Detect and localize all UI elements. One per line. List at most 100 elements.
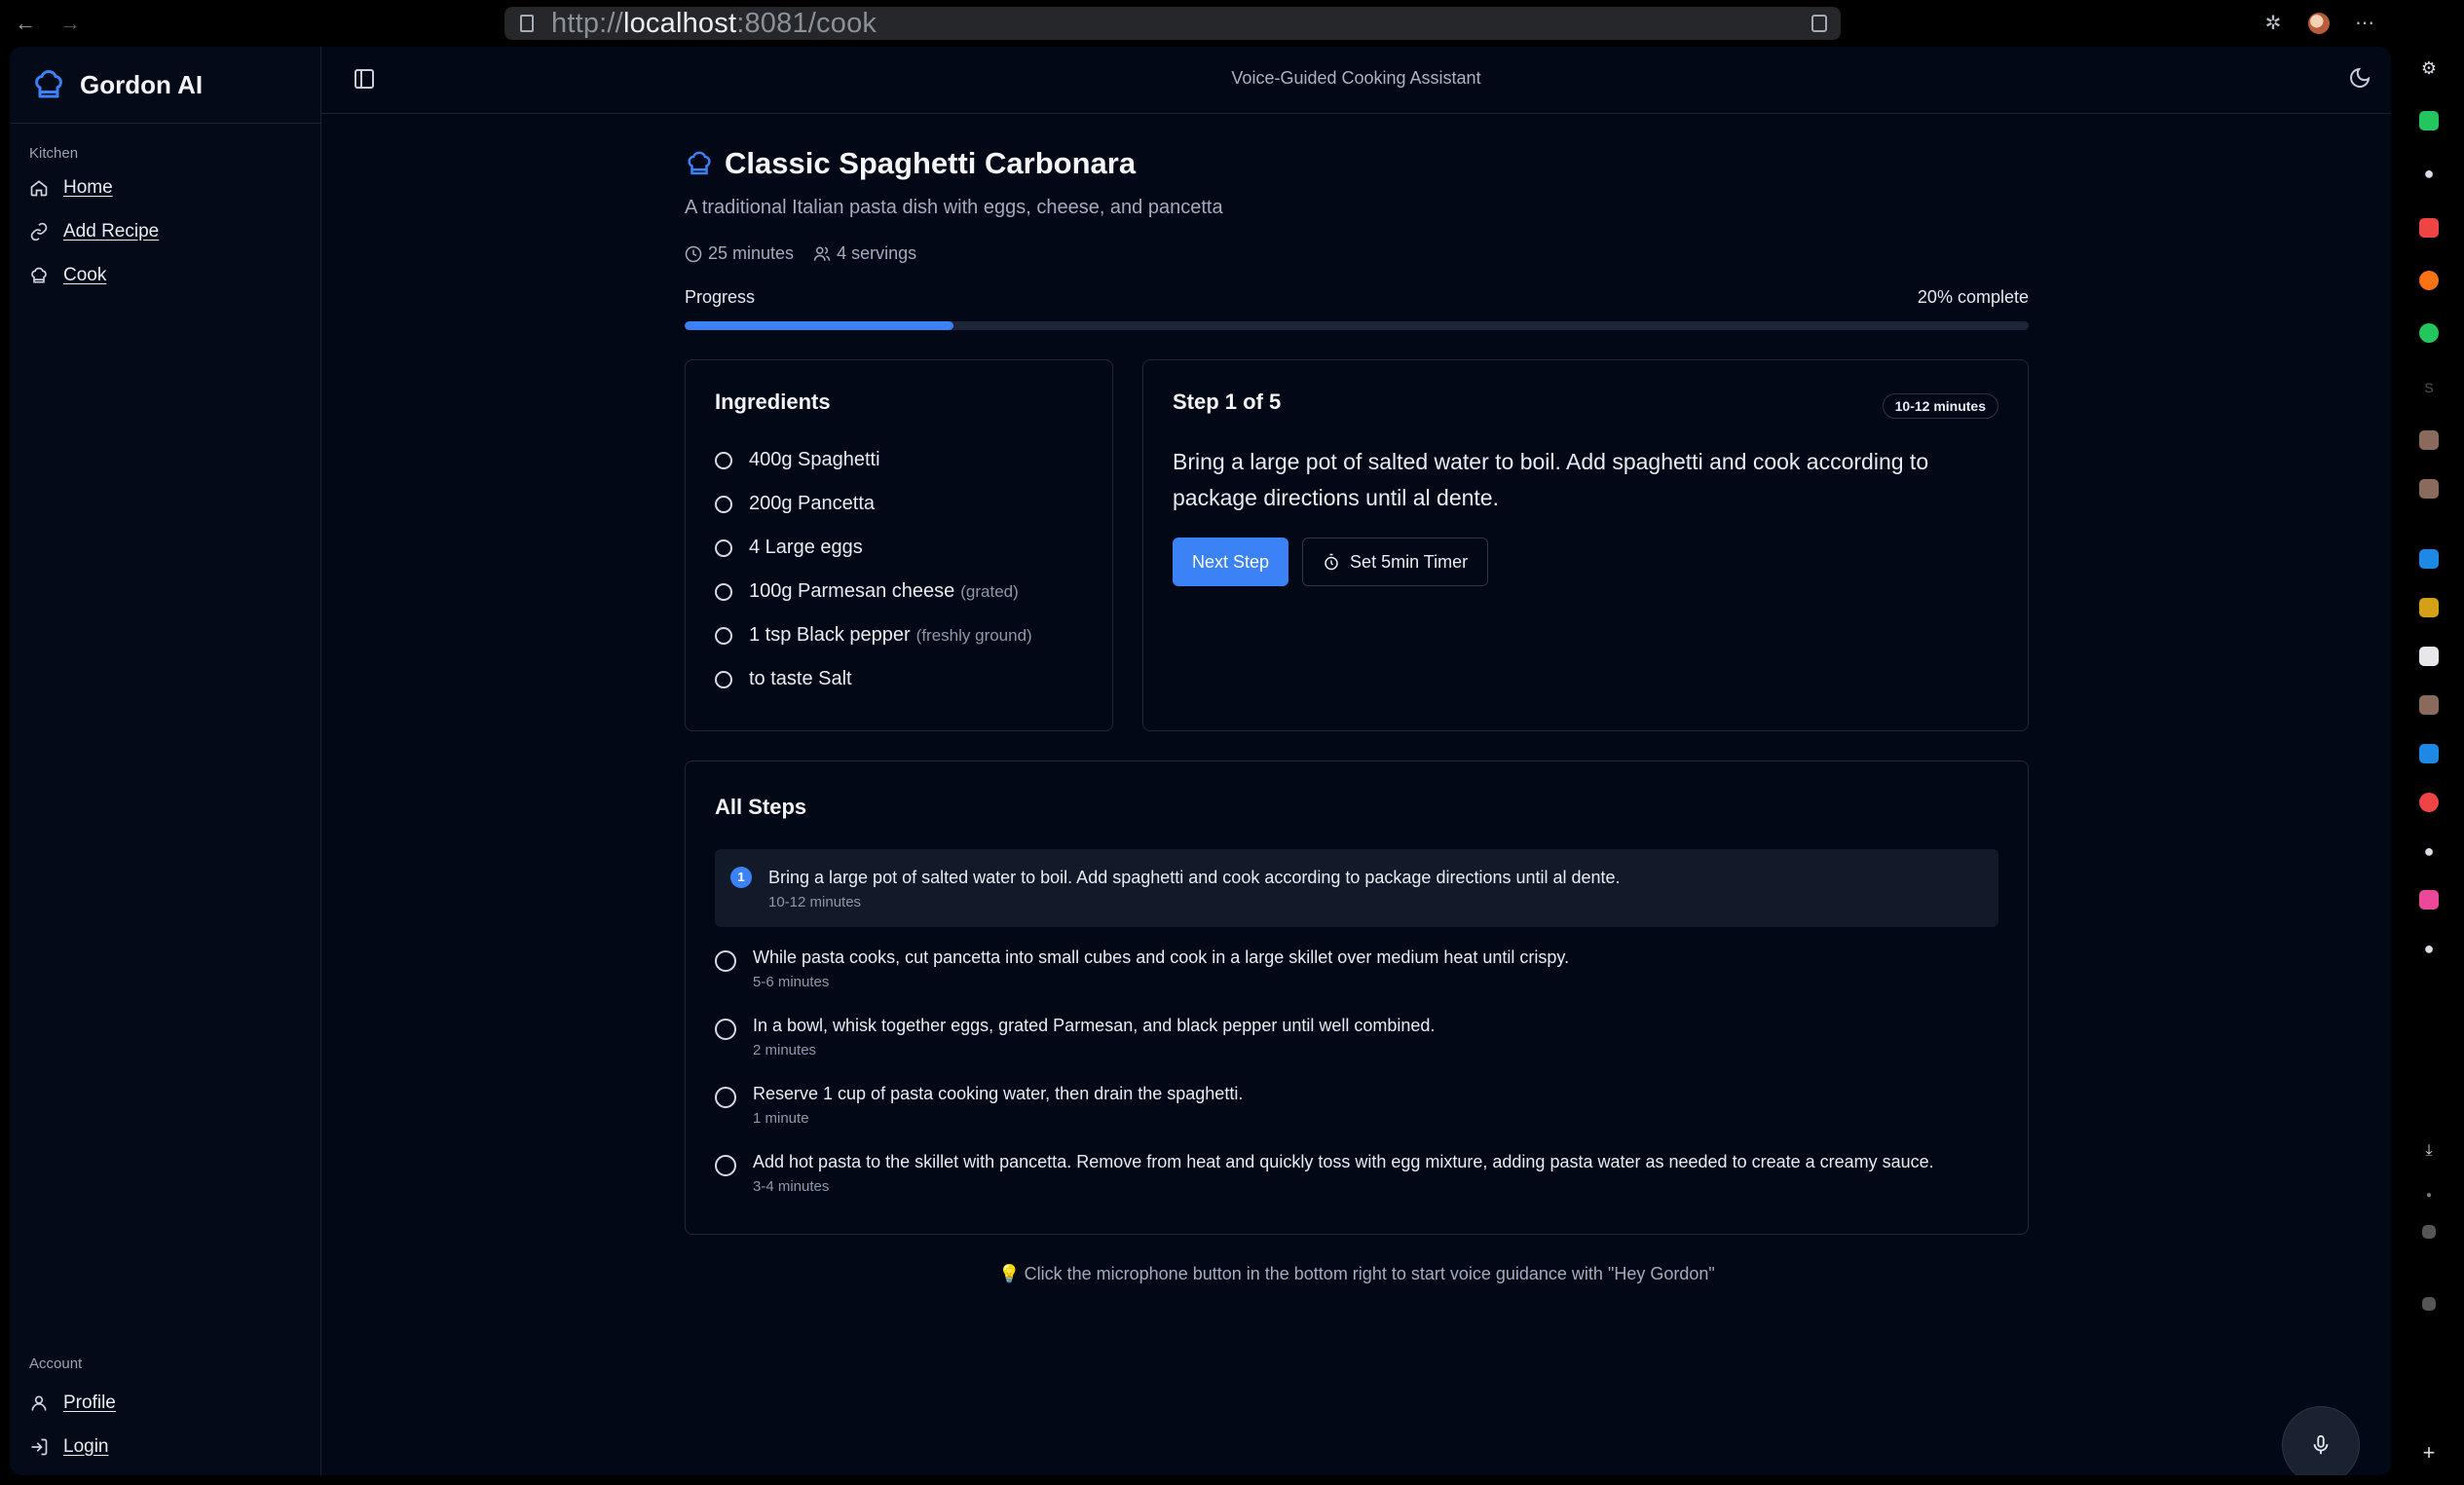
ingredient-checkbox[interactable] <box>715 539 732 557</box>
ingredient-item[interactable]: 4 Large eggs <box>715 526 1083 570</box>
ingredient-item[interactable]: 200g Pancetta <box>715 482 1083 526</box>
settings-icon[interactable]: ⚙ <box>2415 55 2443 82</box>
ingredient-text: 100g Parmesan cheese <box>749 580 954 603</box>
whatsapp-app-icon[interactable] <box>2419 323 2439 343</box>
login-icon <box>29 1437 49 1457</box>
browser-side-dock: ⚙ ● S ● ● ⤓ ● + <box>2394 47 2464 1485</box>
account-group-label: Account <box>29 1355 82 1372</box>
sidebar-item-label: Add Recipe <box>63 221 159 242</box>
forward-arrow-icon[interactable]: → <box>56 10 84 37</box>
app-icon[interactable] <box>2419 695 2439 715</box>
current-step-title: Step 1 of 5 <box>1173 390 1998 415</box>
s-app-icon[interactable]: S <box>2415 374 2443 401</box>
sidebar-item-cook[interactable]: Cook <box>10 253 320 297</box>
ingredient-item[interactable]: to taste Salt <box>715 657 1083 701</box>
step-duration: 5-6 minutes <box>753 974 1569 990</box>
ingredient-text: to taste Salt <box>749 668 852 690</box>
brand[interactable]: Gordon AI <box>10 47 320 124</box>
next-step-button[interactable]: Next Step <box>1173 538 1288 586</box>
recipe-time: 25 minutes <box>685 243 794 264</box>
dot-icon[interactable]: ● <box>2415 1182 2443 1209</box>
step-text: Add hot pasta to the skillet with pancet… <box>753 1149 1934 1174</box>
vscode-app-icon[interactable] <box>2419 744 2439 763</box>
sidebar-item-profile[interactable]: Profile <box>10 1381 321 1425</box>
ingredient-item[interactable]: 1 tsp Black pepper(freshly ground) <box>715 613 1083 657</box>
p-app-icon[interactable] <box>2419 793 2439 812</box>
app-icon[interactable] <box>2419 479 2439 499</box>
recipe-time-text: 25 minutes <box>708 243 794 264</box>
bookmark-icon[interactable] <box>1811 15 1827 32</box>
microphone-button[interactable] <box>2282 1406 2360 1475</box>
youtube-app-icon[interactable] <box>2419 218 2439 238</box>
sidebar-item-login[interactable]: Login <box>10 1425 321 1468</box>
github-icon[interactable]: ● <box>2415 837 2443 865</box>
moon-icon[interactable] <box>2348 66 2371 90</box>
sheets-app-icon[interactable] <box>2419 111 2439 130</box>
reddit-app-icon[interactable] <box>2419 271 2439 290</box>
ingredient-text: 200g Pancetta <box>749 493 875 515</box>
app-icon[interactable] <box>2419 890 2439 910</box>
page-info-icon[interactable] <box>520 15 534 32</box>
ingredient-checkbox[interactable] <box>715 583 732 601</box>
app-icon[interactable] <box>2419 430 2439 450</box>
recipe-meta: 25 minutes 4 servings <box>685 243 2029 264</box>
step-item[interactable]: Add hot pasta to the skillet with pancet… <box>715 1147 1998 1215</box>
recipe-servings-text: 4 servings <box>837 243 916 264</box>
app-icon[interactable] <box>2419 598 2439 617</box>
sidebar-item-label: Login <box>63 1436 109 1458</box>
page-title: Voice-Guided Cooking Assistant <box>321 68 2391 89</box>
ingredient-checkbox[interactable] <box>715 496 732 513</box>
recipe-title: Classic Spaghetti Carbonara <box>725 146 1136 181</box>
more-menu-icon[interactable]: ⋯ <box>2353 12 2376 35</box>
all-steps-title: All Steps <box>715 795 1998 820</box>
home-icon <box>29 178 49 198</box>
progress-bar-fill <box>685 321 953 330</box>
ingredients-title: Ingredients <box>715 390 1083 415</box>
sidebar: Gordon AI Kitchen Home Add Recipe Cook <box>10 47 321 1475</box>
profile-avatar[interactable] <box>2308 13 2330 34</box>
sidebar-item-add-recipe[interactable]: Add Recipe <box>10 209 320 253</box>
step-item[interactable]: While pasta cooks, cut pancetta into sma… <box>715 943 1998 1011</box>
vscode-app-icon[interactable] <box>2419 549 2439 569</box>
app-window: Gordon AI Kitchen Home Add Recipe Cook A… <box>10 47 2391 1475</box>
z-app-icon[interactable] <box>2419 647 2439 666</box>
add-icon[interactable]: + <box>2415 1439 2443 1466</box>
step-checkbox[interactable] <box>715 1087 736 1108</box>
step-item[interactable]: In a bowl, whisk together eggs, grated P… <box>715 1011 1998 1079</box>
step-text: Reserve 1 cup of pasta cooking water, th… <box>753 1081 1243 1106</box>
step-checkbox[interactable] <box>715 1155 736 1176</box>
ingredient-checkbox[interactable] <box>715 627 732 645</box>
app-icon[interactable] <box>2422 1225 2436 1239</box>
ingredient-checkbox[interactable] <box>715 452 732 469</box>
current-step-card: Step 1 of 5 10-12 minutes Bring a large … <box>1142 359 2029 731</box>
top-bar: Voice-Guided Cooking Assistant <box>321 47 2391 114</box>
user-icon <box>29 1393 49 1413</box>
ingredient-checkbox[interactable] <box>715 671 732 688</box>
step-number-badge: 1 <box>730 867 752 888</box>
github-icon[interactable]: ● <box>2415 935 2443 962</box>
sidebar-item-home[interactable]: Home <box>10 166 320 209</box>
recipe-description: A traditional Italian pasta dish with eg… <box>685 197 2029 219</box>
step-item[interactable]: Reserve 1 cup of pasta cooking water, th… <box>715 1079 1998 1147</box>
ingredient-note: (freshly ground) <box>916 626 1032 646</box>
address-bar[interactable]: http://localhost:8081/cook <box>504 7 1841 40</box>
link-icon <box>29 222 49 241</box>
set-timer-button[interactable]: Set 5min Timer <box>1302 538 1488 586</box>
back-arrow-icon[interactable]: ← <box>12 10 39 37</box>
chef-hat-logo-icon <box>31 67 66 102</box>
account-nav: Profile Login <box>10 1381 321 1468</box>
step-item[interactable]: 1Bring a large pot of salted water to bo… <box>715 849 1998 927</box>
github-icon[interactable]: ● <box>2415 160 2443 187</box>
step-checkbox[interactable] <box>715 1019 736 1040</box>
browser-toolbar: ← → http://localhost:8081/cook ✲ ⋯ <box>0 0 2464 47</box>
app-icon[interactable] <box>2422 1297 2436 1311</box>
step-checkbox[interactable] <box>715 950 736 972</box>
ingredient-item[interactable]: 400g Spaghetti <box>715 438 1083 482</box>
ingredient-item[interactable]: 100g Parmesan cheese(grated) <box>715 570 1083 613</box>
extensions-icon[interactable]: ✲ <box>2261 12 2285 35</box>
progress-label: Progress <box>685 287 755 308</box>
step-duration: 10-12 minutes <box>768 894 1621 910</box>
kitchen-group-label: Kitchen <box>29 145 320 162</box>
download-icon[interactable]: ⤓ <box>2415 1137 2443 1165</box>
set-timer-label: Set 5min Timer <box>1350 552 1468 573</box>
